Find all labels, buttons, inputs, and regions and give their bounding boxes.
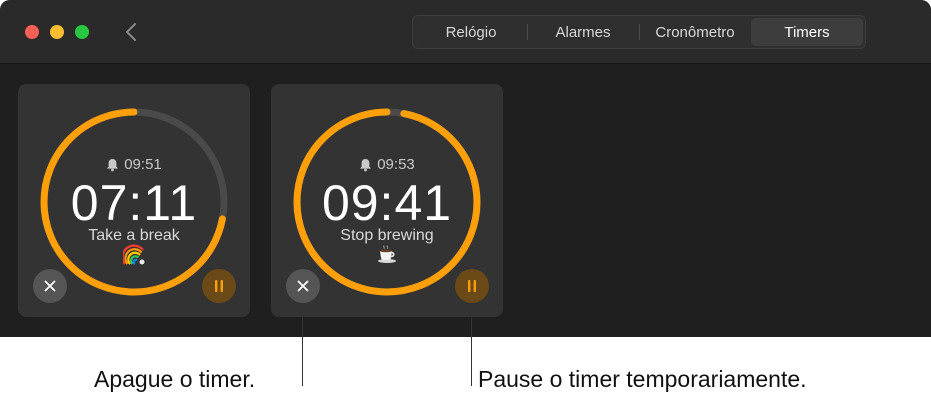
cancel-timer-button[interactable] <box>286 269 320 303</box>
close-window-button[interactable] <box>25 25 39 39</box>
coffee-icon <box>378 245 396 263</box>
close-icon <box>44 280 56 292</box>
timer-card: 09:51 07:11 Take a break <box>18 84 250 317</box>
tab-relogio[interactable]: Relógio <box>415 18 527 46</box>
alarm-time: 09:53 <box>271 156 503 173</box>
tab-timers[interactable]: Timers <box>751 18 863 46</box>
bell-icon <box>107 158 119 171</box>
pause-icon <box>215 280 223 292</box>
close-icon <box>297 280 309 292</box>
clock-app-window: Relógio Alarmes Cronômetro Timers 09:51 … <box>0 0 931 337</box>
back-button[interactable] <box>120 20 142 44</box>
chevron-left-icon <box>126 23 136 41</box>
time-remaining: 07:11 <box>70 175 198 231</box>
tab-alarmes[interactable]: Alarmes <box>527 18 639 46</box>
timer-card: 09:53 09:41 Stop brewing <box>271 84 503 317</box>
alarm-time-text: 09:51 <box>124 156 162 173</box>
callout-line-cancel <box>302 304 303 386</box>
minimize-window-button[interactable] <box>50 25 64 39</box>
view-tabs: Relógio Alarmes Cronômetro Timers <box>412 15 866 49</box>
bell-icon <box>360 158 372 171</box>
alarm-time-text: 09:53 <box>377 156 415 173</box>
pause-icon <box>468 280 476 292</box>
callout-cancel-text: Apague o timer. <box>94 366 256 392</box>
cancel-timer-button[interactable] <box>33 269 67 303</box>
timer-label: Take a break <box>88 227 180 244</box>
pause-timer-button[interactable] <box>455 269 489 303</box>
zoom-window-button[interactable] <box>75 25 89 39</box>
alarm-time: 09:51 <box>18 156 250 173</box>
rainbow-icon <box>123 244 145 265</box>
callout-pause-text: Pause o timer temporariamente. <box>478 366 807 392</box>
time-remaining: 09:41 <box>321 175 453 231</box>
timer-label: Stop brewing <box>340 227 434 244</box>
pause-timer-button[interactable] <box>202 269 236 303</box>
callout-line-pause <box>471 304 472 386</box>
title-bar: Relógio Alarmes Cronômetro Timers <box>0 0 931 64</box>
tab-cronometro[interactable]: Cronômetro <box>639 18 751 46</box>
